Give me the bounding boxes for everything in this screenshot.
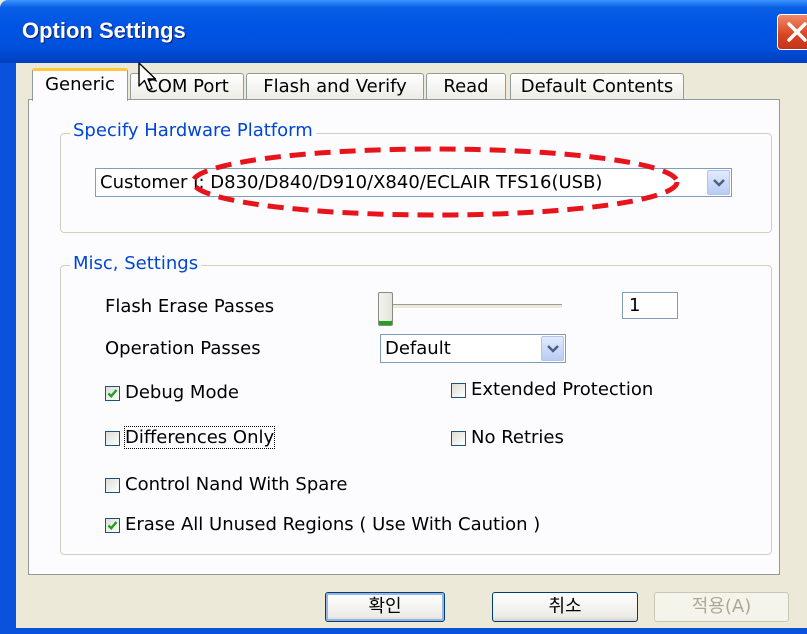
extended-protection-label: Extended Protection	[471, 379, 654, 400]
close-icon	[787, 22, 807, 42]
flash-erase-passes-slider-thumb[interactable]	[378, 292, 393, 326]
window-frame-bottom	[0, 628, 807, 634]
checkmark-icon	[107, 389, 118, 398]
operation-passes-dropdown-button[interactable]	[541, 336, 564, 361]
close-button[interactable]	[777, 14, 807, 50]
checkbox-box[interactable]	[451, 383, 466, 398]
flash-erase-passes-label: Flash Erase Passes	[105, 296, 275, 317]
title-bar[interactable]: Option Settings	[0, 0, 807, 63]
ok-button[interactable]: 확인	[325, 592, 445, 622]
hardware-platform-title: Specify Hardware Platform	[70, 120, 316, 141]
tab-generic[interactable]: Generic	[32, 68, 128, 101]
operation-passes-dropdown[interactable]: Default	[380, 334, 566, 363]
window-title: Option Settings	[22, 18, 186, 43]
platform-dropdown-button[interactable]	[707, 170, 730, 195]
operation-passes-value: Default	[385, 338, 451, 359]
checkbox-box[interactable]	[105, 431, 120, 446]
checkbox-box[interactable]	[105, 386, 120, 401]
debug-mode-label: Debug Mode	[125, 382, 239, 403]
cancel-button[interactable]: 취소	[492, 592, 638, 622]
checkmark-icon	[107, 521, 118, 530]
erase-unused-regions-label: Erase All Unused Regions ( Use With Caut…	[125, 514, 541, 535]
platform-value: Customer I: D830/D840/D910/X840/ECLAIR T…	[100, 172, 603, 193]
chevron-down-icon	[713, 179, 725, 187]
differences-only-label: Differences Only	[123, 426, 276, 449]
checkbox-box[interactable]	[451, 431, 466, 446]
checkbox-box[interactable]	[105, 518, 120, 533]
misc-settings-title: Misc, Settings	[70, 253, 202, 274]
window-frame-left	[0, 63, 16, 634]
flash-erase-passes-field[interactable]: 1	[622, 292, 678, 319]
chevron-down-icon	[547, 345, 559, 353]
tab-default-contents[interactable]: Default Contents	[510, 73, 684, 100]
checkbox-box[interactable]	[105, 478, 120, 493]
platform-dropdown[interactable]: Customer I: D830/D840/D910/X840/ECLAIR T…	[95, 168, 732, 197]
apply-button[interactable]: 적용(A)	[654, 592, 789, 622]
tab-flash-and-verify[interactable]: Flash and Verify	[246, 73, 424, 100]
flash-erase-passes-slider-track[interactable]	[382, 304, 562, 309]
tab-read[interactable]: Read	[426, 73, 506, 100]
control-nand-label: Control Nand With Spare	[125, 474, 348, 495]
no-retries-label: No Retries	[471, 427, 564, 448]
operation-passes-label: Operation Passes	[105, 338, 261, 359]
mouse-pointer-icon	[138, 62, 157, 91]
